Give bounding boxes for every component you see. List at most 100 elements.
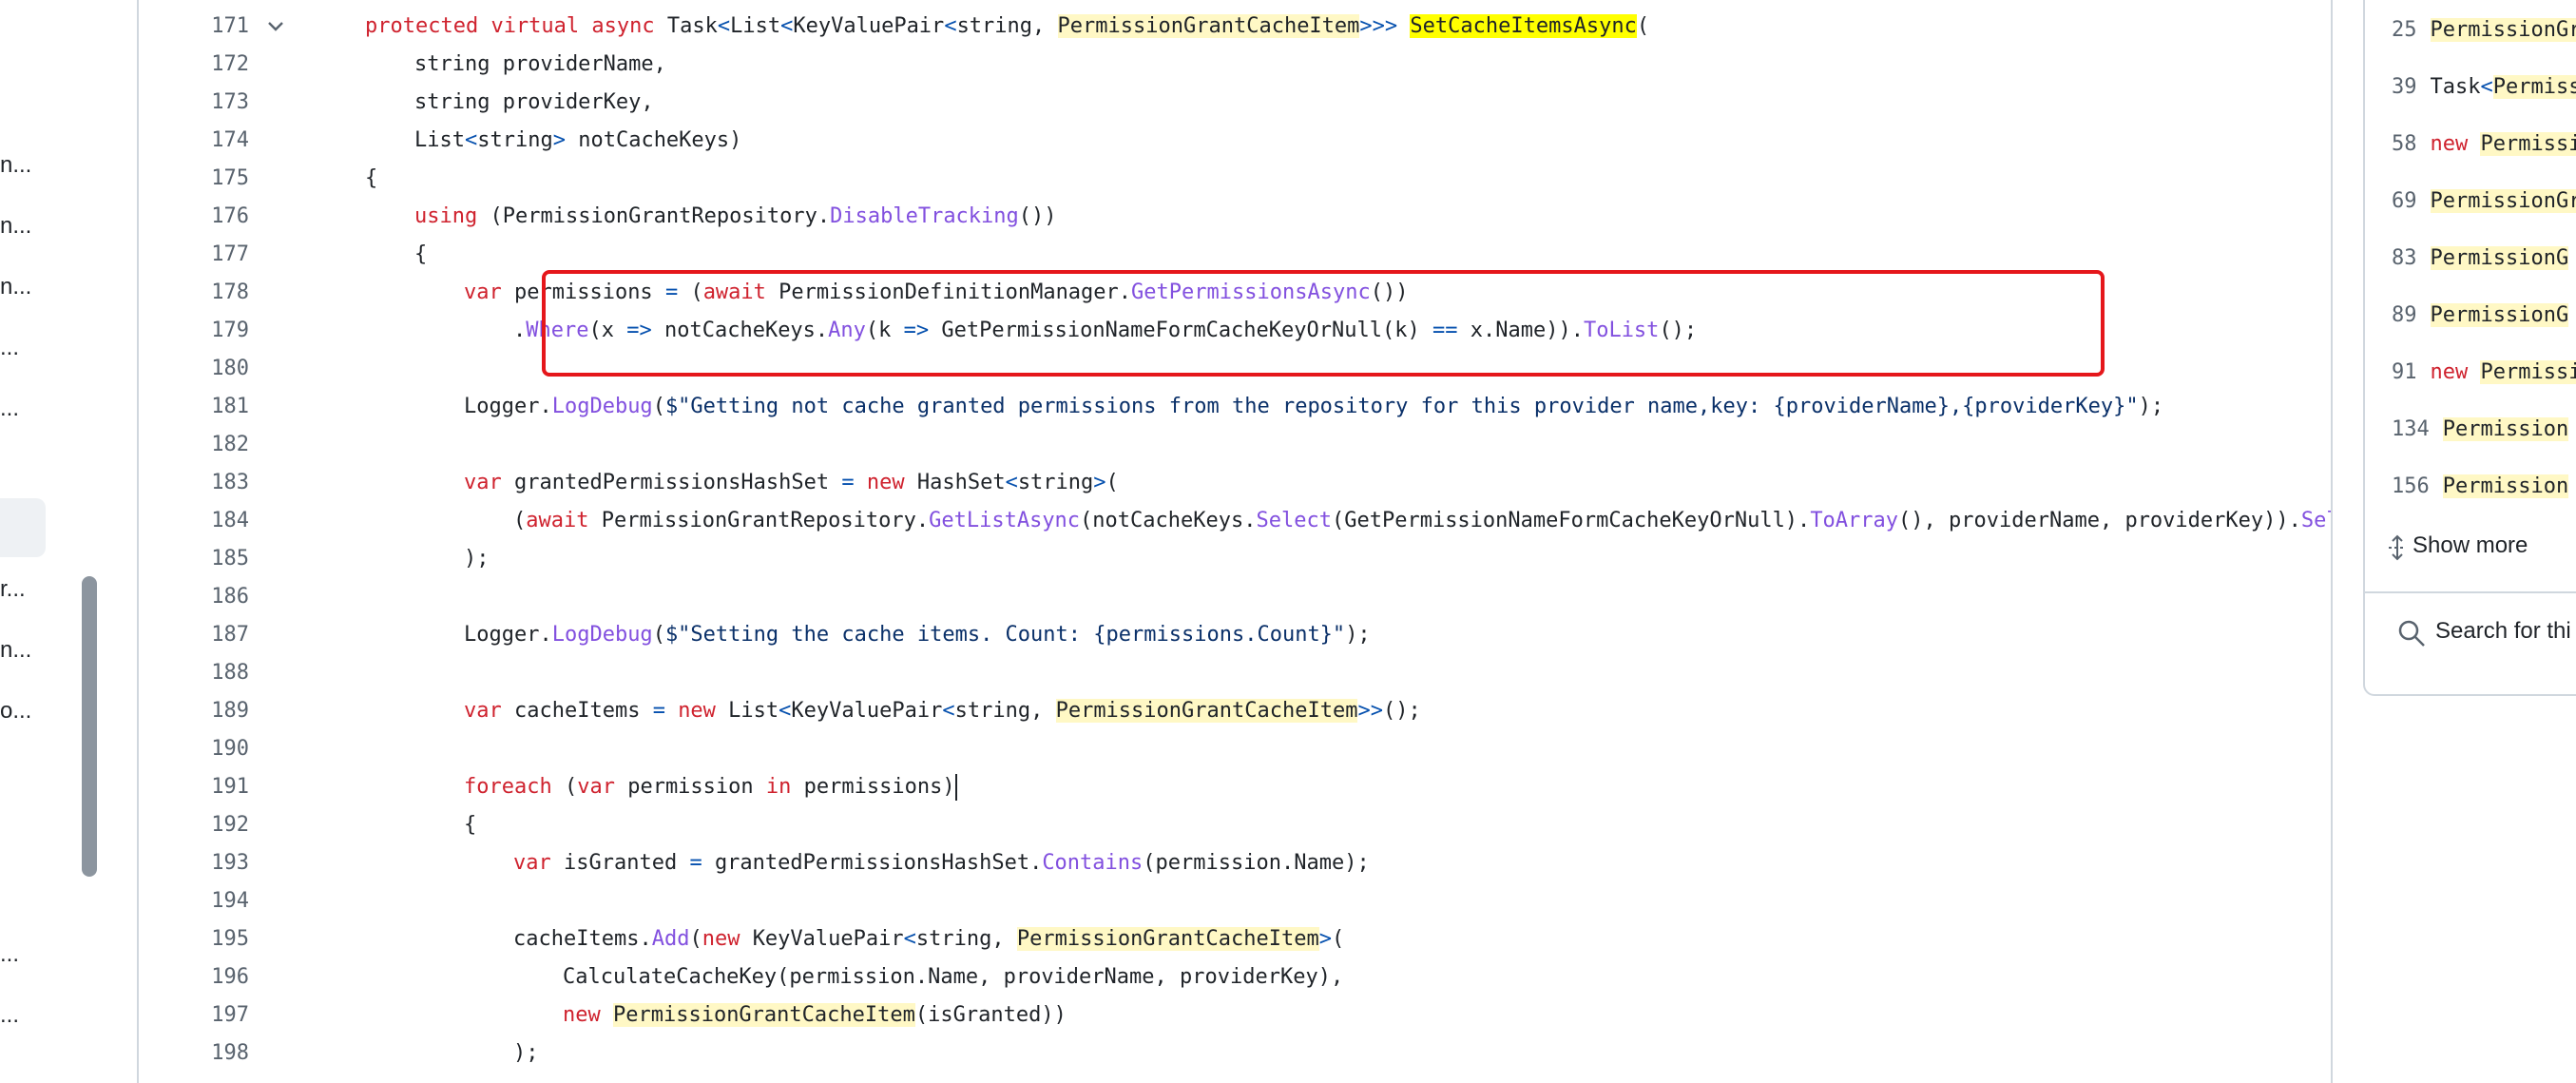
reference-token: PermissionG — [2430, 246, 2569, 270]
line-number[interactable]: 197 — [139, 996, 249, 1035]
line-number[interactable]: 190 — [139, 730, 249, 768]
file-tree-item[interactable]: ... — [0, 396, 19, 422]
reference-token: Permission — [2442, 417, 2569, 441]
line-number[interactable]: 194 — [139, 882, 249, 920]
code-line: 185); — [139, 540, 2331, 578]
reference-token: PermissionGr — [2430, 18, 2576, 42]
code-token: string, — [954, 699, 1056, 723]
code-token: List — [730, 14, 781, 38]
code-line: 197 new PermissionGrantCacheItem(isGrante… — [139, 996, 2331, 1035]
line-number[interactable]: 181 — [139, 388, 249, 426]
code-token: notCacheKeys) — [578, 128, 742, 152]
reference-line-number: 91 — [2392, 360, 2417, 384]
code-text: Logger.LogDebug($"Setting the cache item… — [464, 616, 1371, 654]
line-number[interactable]: 182 — [139, 426, 249, 464]
line-number[interactable]: 176 — [139, 198, 249, 236]
code-line: 194 — [139, 882, 2331, 920]
symbol-reference-item[interactable]: 134 Permission — [2392, 411, 2569, 449]
file-tree-item[interactable]: r... — [0, 576, 26, 603]
file-tree-scrollbar[interactable] — [82, 576, 97, 877]
code-token: LogDebug — [551, 623, 653, 647]
file-tree-panel: n... n... n... ... ... r... n... o... ..… — [0, 0, 61, 1083]
line-number[interactable]: 189 — [139, 692, 249, 730]
code-text: CalculateCacheKey(permission.Name, provi… — [563, 958, 1343, 996]
line-number[interactable]: 184 — [139, 502, 249, 540]
code-line: 171 protected virtual async Task<List<Key… — [139, 8, 2331, 46]
line-number[interactable]: 180 — [139, 350, 249, 388]
symbol-reference-item[interactable]: 83 PermissionG — [2392, 240, 2569, 278]
file-tree-item[interactable]: o... — [0, 698, 31, 725]
code-token: ( — [1332, 927, 1345, 951]
line-number[interactable]: 179 — [139, 312, 249, 350]
code-view[interactable]: 171 protected virtual async Task<List<Key… — [137, 0, 2333, 1083]
file-tree-item[interactable]: ... — [0, 1002, 19, 1029]
line-number[interactable]: 177 — [139, 236, 249, 274]
reference-token: Permission — [2442, 474, 2569, 498]
line-number[interactable]: 191 — [139, 768, 249, 806]
show-more-button[interactable]: Show more — [2413, 532, 2528, 559]
line-number[interactable]: 178 — [139, 274, 249, 312]
symbol-reference-item[interactable]: 69 PermissionGr — [2392, 183, 2576, 221]
code-token: Sel — [2300, 509, 2331, 532]
line-number[interactable]: 196 — [139, 958, 249, 996]
code-token: string, — [915, 927, 1017, 951]
code-token: var — [464, 280, 514, 304]
code-token: string — [477, 128, 553, 152]
code-token: < — [780, 14, 794, 38]
search-symbol-link[interactable]: Search for thi — [2435, 618, 2571, 645]
line-number[interactable]: 174 — [139, 122, 249, 160]
line-number[interactable]: 185 — [139, 540, 249, 578]
line-number[interactable]: 171 — [139, 8, 249, 46]
code-token: ); — [2138, 395, 2164, 418]
line-number[interactable]: 186 — [139, 578, 249, 616]
unfold-icon — [2389, 534, 2406, 561]
symbol-reference-item[interactable]: 89 PermissionG — [2392, 297, 2569, 335]
symbol-reference-item[interactable]: 91 new Permissi — [2392, 354, 2576, 392]
line-number[interactable]: 188 — [139, 654, 249, 692]
code-text: { — [365, 160, 377, 198]
code-token: GetListAsync — [929, 509, 1081, 532]
file-tree-item[interactable]: n... — [0, 213, 31, 240]
line-number[interactable]: 195 — [139, 920, 249, 958]
reference-line-number: 39 — [2392, 75, 2417, 99]
line-number[interactable]: 187 — [139, 616, 249, 654]
line-number[interactable]: 173 — [139, 84, 249, 122]
code-token: . — [513, 319, 527, 342]
code-token: (isGranted)) — [914, 1003, 1067, 1027]
file-tree-item[interactable]: ... — [0, 941, 19, 968]
symbol-references-card: 25 PermissionGr 39 Task<Permiss 58 new Permis… — [2363, 0, 2576, 696]
line-number[interactable]: 193 — [139, 844, 249, 882]
symbol-reference-item[interactable]: 25 PermissionGr — [2392, 11, 2576, 49]
symbol-reference-item[interactable]: 39 Task<Permiss — [2392, 68, 2576, 106]
code-token: PermissionGrantRepository. — [601, 509, 930, 532]
reference-token: new — [2430, 132, 2481, 156]
symbol-reference-item[interactable]: 156 Permission — [2392, 468, 2569, 506]
file-tree-item[interactable]: n... — [0, 152, 31, 179]
file-tree-item[interactable]: n... — [0, 274, 31, 300]
code-token: new — [702, 927, 753, 951]
code-token: CalculateCacheKey(permission.Name, provi… — [563, 965, 1344, 989]
file-tree-active-item[interactable] — [0, 498, 46, 557]
code-token: (); — [1382, 699, 1421, 723]
code-token: isGranted — [563, 851, 690, 875]
line-number[interactable]: 183 — [139, 464, 249, 502]
code-token: DisableTracking — [830, 204, 1019, 228]
file-tree-item[interactable]: n... — [0, 637, 31, 664]
code-line: 186 — [139, 578, 2331, 616]
code-token: $"Getting not cache granted permissions … — [664, 395, 2139, 418]
code-line: 195 cacheItems.Add(new KeyValuePair<strin… — [139, 920, 2331, 958]
symbol-reference-item[interactable]: 58 new Permissi — [2392, 126, 2576, 164]
code-line: 173 string providerKey, — [139, 84, 2331, 122]
reference-token: Task — [2430, 75, 2481, 99]
line-number[interactable]: 192 — [139, 806, 249, 844]
code-token: = — [689, 851, 715, 875]
code-token: string providerKey, — [414, 90, 654, 114]
line-number[interactable]: 172 — [139, 46, 249, 84]
file-tree-item[interactable]: ... — [0, 335, 19, 361]
code-token: { — [414, 242, 428, 266]
reference-token: PermissionGr — [2430, 189, 2576, 213]
line-number[interactable]: 175 — [139, 160, 249, 198]
line-number[interactable]: 198 — [139, 1035, 249, 1073]
code-token: > — [552, 128, 579, 152]
code-token: LogDebug — [551, 395, 653, 418]
